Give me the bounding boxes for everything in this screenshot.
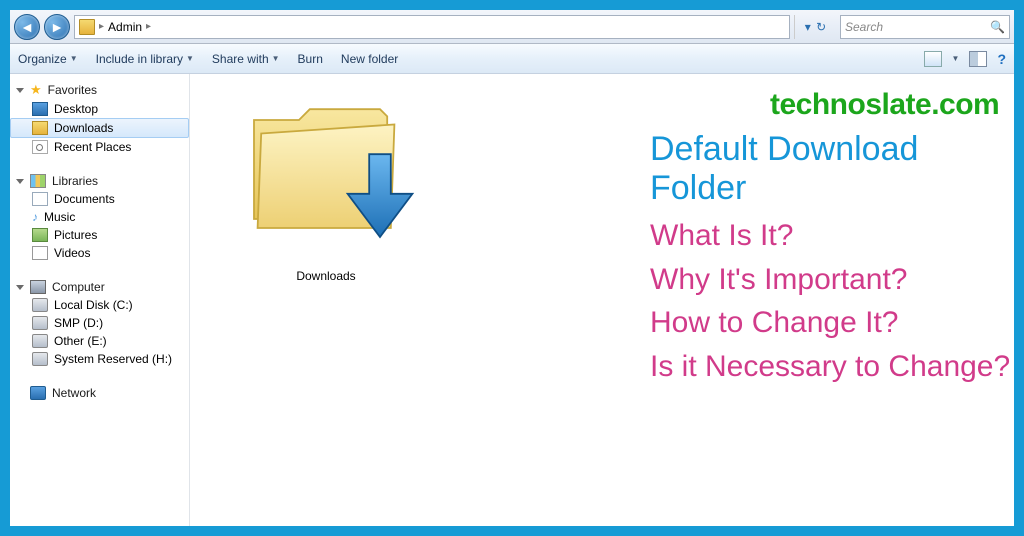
pictures-icon <box>32 228 48 242</box>
group-label: Libraries <box>52 174 98 188</box>
question-4: Is it Necessary to Change? <box>650 345 1014 389</box>
share-label: Share with <box>212 52 269 66</box>
overlay-text: technoslate.com Default Download Folder … <box>650 88 1014 388</box>
search-box[interactable]: Search 🔍 <box>840 15 1010 39</box>
item-label: Downloads <box>54 121 113 135</box>
item-label: Desktop <box>54 102 98 116</box>
libraries-group[interactable]: Libraries <box>10 172 189 190</box>
preview-pane-icon[interactable] <box>969 51 987 67</box>
item-label: Local Disk (C:) <box>54 298 133 312</box>
chevron-right-icon: ▸ <box>99 21 104 32</box>
chevron-down-icon: ▼ <box>70 54 78 63</box>
item-label: Music <box>44 210 75 224</box>
group-label: Computer <box>52 280 105 294</box>
sidebar-item-music[interactable]: ♪ Music <box>10 208 189 226</box>
breadcrumb-segment[interactable]: Admin <box>108 20 142 34</box>
group-label: Network <box>52 386 96 400</box>
network-group[interactable]: Network <box>10 384 189 402</box>
sidebar-item-documents[interactable]: Documents <box>10 190 189 208</box>
sidebar-item-desktop[interactable]: Desktop <box>10 100 189 118</box>
search-placeholder: Search <box>845 20 883 34</box>
address-bar[interactable]: ▸ Admin ▸ <box>74 15 790 39</box>
folder-item-downloads[interactable]: Downloads <box>226 84 426 283</box>
question-1: What Is It? <box>650 214 1014 258</box>
computer-icon <box>30 280 46 294</box>
newfolder-label: New folder <box>341 52 398 66</box>
sidebar-item-smp-d[interactable]: SMP (D:) <box>10 314 189 332</box>
refresh-icon[interactable]: ↻ <box>816 20 826 34</box>
file-list-pane[interactable]: Downloads technoslate.com Default Downlo… <box>190 74 1014 526</box>
videos-icon <box>32 246 48 260</box>
favorites-group[interactable]: ★ Favorites <box>10 80 189 100</box>
navigation-pane: ★ Favorites Desktop Downloads Recent Pla… <box>10 74 190 526</box>
chevron-down-icon: ▼ <box>186 54 194 63</box>
question-2: Why It's Important? <box>650 258 1014 302</box>
downloads-icon <box>32 121 48 135</box>
favorites-icon: ★ <box>30 82 42 98</box>
expand-icon <box>16 179 24 184</box>
back-button[interactable]: ◄ <box>14 14 40 40</box>
disk-icon <box>32 316 48 330</box>
burn-button[interactable]: Burn <box>298 52 323 66</box>
forward-button[interactable]: ► <box>44 14 70 40</box>
network-icon <box>30 386 46 400</box>
sidebar-item-other-e[interactable]: Other (E:) <box>10 332 189 350</box>
command-bar: Organize▼ Include in library▼ Share with… <box>10 44 1014 74</box>
item-label: SMP (D:) <box>54 316 103 330</box>
organize-label: Organize <box>18 52 67 66</box>
disk-icon <box>32 334 48 348</box>
group-label: Favorites <box>48 83 97 97</box>
sidebar-item-videos[interactable]: Videos <box>10 244 189 262</box>
sidebar-item-pictures[interactable]: Pictures <box>10 226 189 244</box>
navigation-bar: ◄ ► ▸ Admin ▸ ▾ ↻ Search 🔍 <box>10 10 1014 44</box>
address-dropdown[interactable]: ▾ ↻ <box>794 15 836 39</box>
item-label: Other (E:) <box>54 334 107 348</box>
item-label: Pictures <box>54 228 97 242</box>
disk-icon <box>32 352 48 366</box>
sidebar-item-local-disk-c[interactable]: Local Disk (C:) <box>10 296 189 314</box>
view-options-icon[interactable] <box>924 51 942 67</box>
recent-places-icon <box>32 140 48 154</box>
item-label: Recent Places <box>54 140 131 154</box>
disk-icon <box>32 298 48 312</box>
explorer-window: ◄ ► ▸ Admin ▸ ▾ ↻ Search 🔍 Organize▼ Inc… <box>0 0 1024 536</box>
folder-label: Downloads <box>226 269 426 283</box>
libraries-icon <box>30 174 46 188</box>
include-label: Include in library <box>96 52 183 66</box>
item-label: Documents <box>54 192 115 206</box>
burn-label: Burn <box>298 52 323 66</box>
sidebar-item-recent-places[interactable]: Recent Places <box>10 138 189 156</box>
help-icon[interactable]: ? <box>997 51 1006 67</box>
brand-text: technoslate.com <box>770 88 1014 122</box>
chevron-right-icon: ▸ <box>146 21 151 32</box>
organize-button[interactable]: Organize▼ <box>18 52 78 66</box>
include-in-library-button[interactable]: Include in library▼ <box>96 52 194 66</box>
search-icon: 🔍 <box>990 20 1005 34</box>
headline-text: Default Download Folder <box>650 130 1014 208</box>
computer-group[interactable]: Computer <box>10 278 189 296</box>
item-label: Videos <box>54 246 90 260</box>
expand-icon <box>16 285 24 290</box>
expand-icon <box>16 88 24 93</box>
folder-icon <box>79 19 95 35</box>
chevron-down-icon: ▼ <box>272 54 280 63</box>
question-3: How to Change It? <box>650 301 1014 345</box>
new-folder-button[interactable]: New folder <box>341 52 398 66</box>
sidebar-item-system-reserved-h[interactable]: System Reserved (H:) <box>10 350 189 368</box>
downloads-folder-icon <box>236 84 416 264</box>
documents-icon <box>32 192 48 206</box>
music-icon: ♪ <box>32 210 38 224</box>
share-with-button[interactable]: Share with▼ <box>212 52 280 66</box>
chevron-down-icon[interactable]: ▼ <box>952 54 960 63</box>
desktop-icon <box>32 102 48 116</box>
sidebar-item-downloads[interactable]: Downloads <box>10 118 189 138</box>
item-label: System Reserved (H:) <box>54 352 172 366</box>
explorer-body: ★ Favorites Desktop Downloads Recent Pla… <box>10 74 1014 526</box>
